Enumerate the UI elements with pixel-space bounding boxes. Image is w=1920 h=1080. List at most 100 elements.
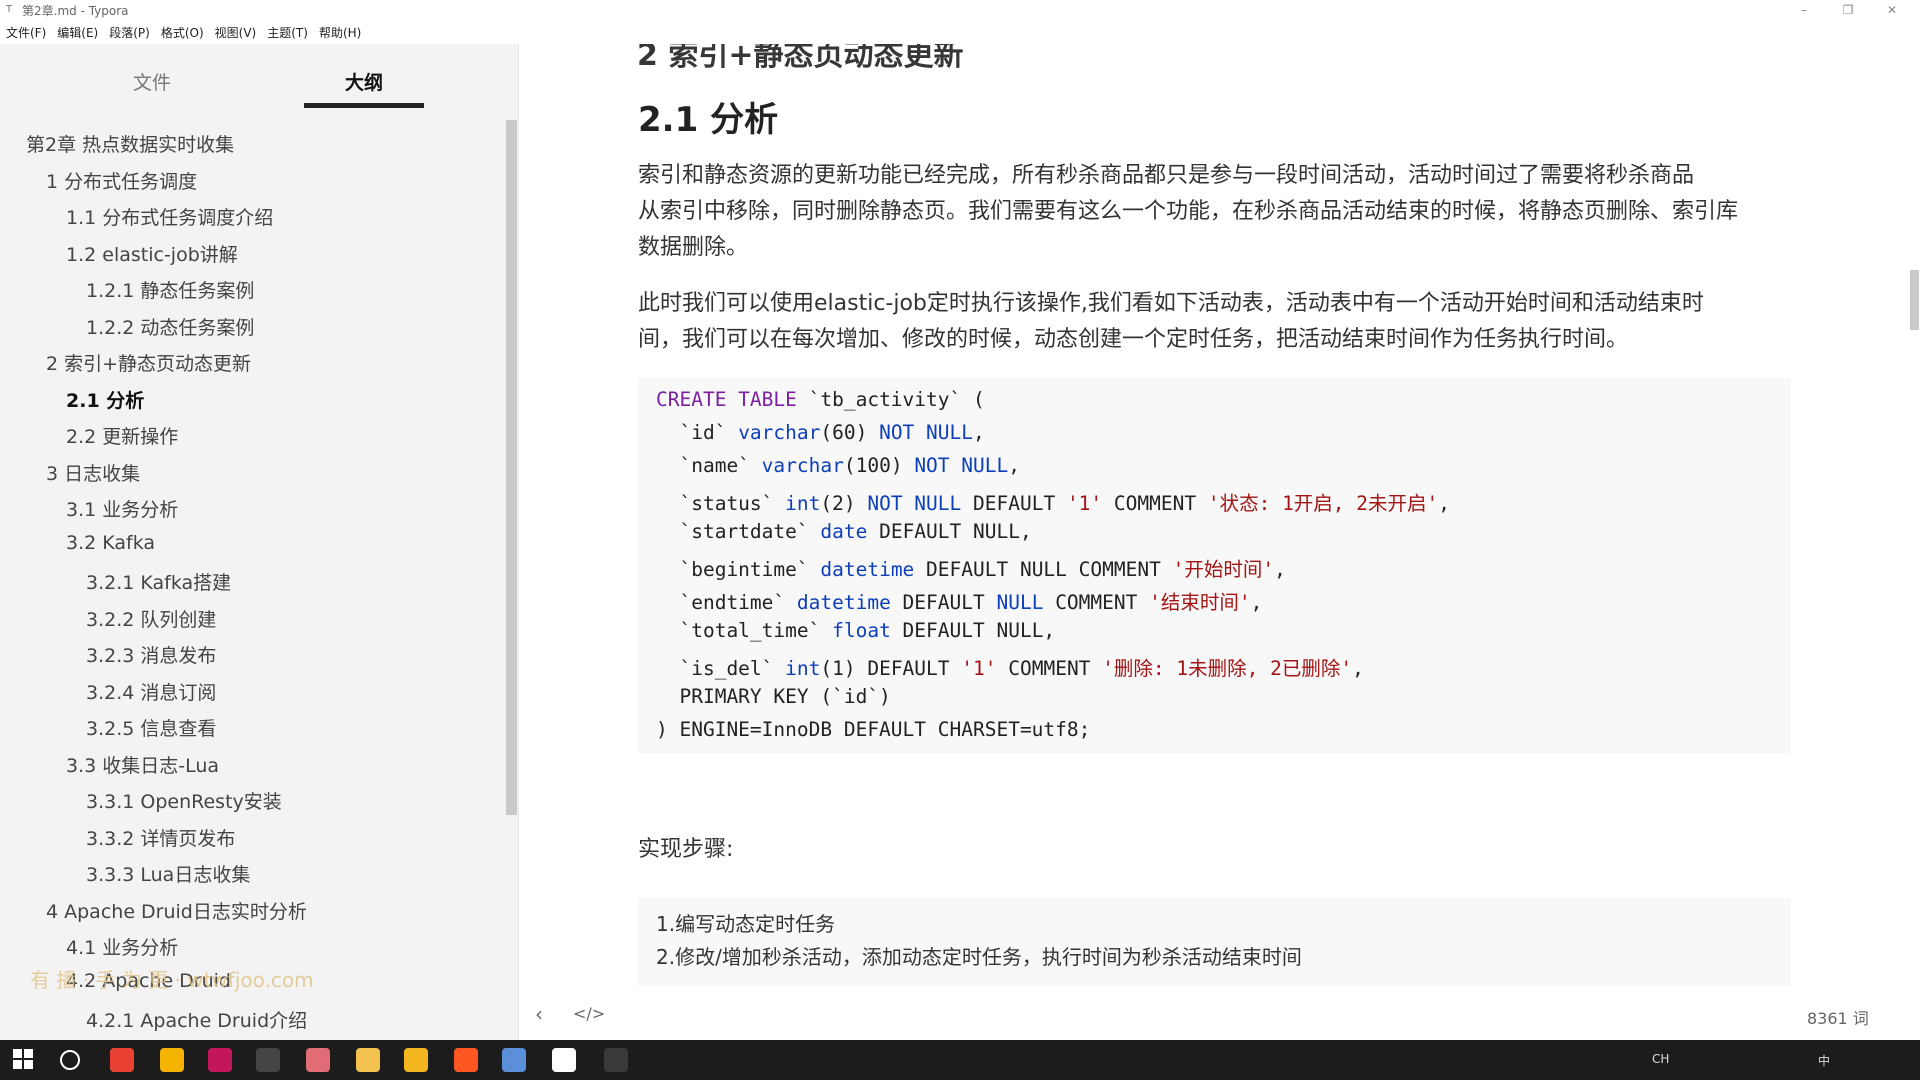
outline-item[interactable]: 3.3.3 Lua日志收集 — [86, 860, 250, 887]
code-token: COMMENT — [1102, 492, 1208, 515]
paragraph-line: 索引和静态资源的更新功能已经完成，所有秒杀商品都只是参与一段时间活动，活动时间过… — [638, 163, 1695, 188]
outline-item[interactable]: 3.2 Kafka — [66, 532, 155, 554]
menu-item-3[interactable]: 格式(O) — [161, 22, 204, 44]
ime-indicator[interactable]: 中 — [1818, 1052, 1830, 1069]
menu-item-4[interactable]: 视图(V) — [215, 22, 257, 44]
paragraph-1: 索引和静态资源的更新功能已经完成，所有秒杀商品都只是参与一段时间活动，活动时间过… — [638, 158, 1920, 266]
outline-item[interactable]: 第2章 热点数据实时收集 — [26, 130, 234, 157]
code-line: `status` int(2) NOT NULL DEFAULT '1' COM… — [656, 487, 1450, 516]
minimize-button[interactable]: – — [1782, 0, 1826, 20]
code-token: (60) — [820, 421, 880, 444]
tab-outline[interactable]: 大纲 — [304, 68, 424, 95]
menu-item-5[interactable]: 主题(T) — [267, 22, 308, 44]
close-button[interactable]: ✕ — [1870, 0, 1914, 20]
code-line: `id` varchar(60) NOT NULL, — [656, 421, 984, 444]
outline-item[interactable]: 3 日志收集 — [46, 459, 140, 486]
toggle-sidebar-icon[interactable]: ‹ — [535, 1002, 543, 1026]
app-icon-9[interactable] — [502, 1048, 526, 1072]
outline-item[interactable]: 3.1 业务分析 — [66, 495, 178, 522]
sidebar-scrollbar[interactable] — [506, 120, 517, 815]
outline-item[interactable]: 2.1 分析 — [66, 386, 144, 413]
menu-item-1[interactable]: 编辑(E) — [57, 22, 98, 44]
app-icon-5[interactable] — [306, 1048, 330, 1072]
outline-item[interactable]: 3.3.1 OpenResty安装 — [86, 787, 282, 814]
code-token: '状态: 1开启, 2未开启' — [1207, 492, 1439, 515]
steps-block[interactable]: 1.编写动态定时任务 2.修改/增加秒杀活动，添加动态定时任务，执行时间为秒杀活动… — [638, 898, 1791, 986]
outline-item[interactable]: 2.2 更新操作 — [66, 422, 178, 449]
menu-item-2[interactable]: 段落(P) — [109, 22, 150, 44]
paragraph-line: 数据删除。 — [638, 235, 749, 260]
paragraph-2: 此时我们可以使用elastic-job定时执行该操作,我们看如下活动表，活动表中… — [638, 286, 1920, 358]
outline-item[interactable]: 1.1 分布式任务调度介绍 — [66, 203, 273, 230]
app-icon-8[interactable] — [454, 1048, 478, 1072]
title-bar: T 第2章.md - Typora – ❐ ✕ — [0, 0, 1920, 20]
outline-item[interactable]: 4.2.1 Apache Druid介绍 — [86, 1006, 307, 1033]
file-explorer-icon[interactable] — [356, 1048, 380, 1072]
taskbar: CH 中 — [0, 1040, 1920, 1080]
outline-item[interactable]: 1.2 elastic-job讲解 — [66, 240, 238, 267]
steps-label: 实现步骤: — [638, 837, 734, 862]
outline-item[interactable]: 3.3 收集日志-Lua — [66, 751, 219, 778]
cortana-icon[interactable] — [60, 1050, 80, 1070]
word-count[interactable]: 8361 词 — [1807, 1005, 1869, 1029]
outline-item[interactable]: 3.2.4 消息订阅 — [86, 678, 216, 705]
typora-taskbar-icon[interactable] — [552, 1048, 576, 1072]
paragraph-line: 从索引中移除，同时删除静态页。我们需要有这么一个功能，在秒杀商品活动结束的时候，… — [638, 199, 1739, 224]
code-token: `name` — [656, 454, 762, 477]
menu-item-6[interactable]: 帮助(H) — [319, 22, 361, 44]
outline-item[interactable]: 1 分布式任务调度 — [46, 167, 197, 194]
code-line: `endtime` datetime DEFAULT NULL COMMENT … — [656, 586, 1262, 615]
code-token: COMMENT — [996, 657, 1103, 680]
app-icon-2[interactable] — [160, 1048, 184, 1072]
code-token: '结束时间' — [1149, 591, 1251, 614]
outline-item[interactable]: 1.2.1 静态任务案例 — [86, 276, 254, 303]
tab-file[interactable]: 文件 — [92, 68, 212, 95]
chrome-icon[interactable] — [110, 1048, 134, 1072]
code-token: DEFAULT — [961, 492, 1067, 515]
code-token: '开始时间' — [1172, 558, 1275, 581]
step-item: 1.编写动态定时任务 — [656, 912, 836, 936]
code-token: '删除: 1未删除, 2已删除' — [1102, 657, 1353, 680]
menu-item-0[interactable]: 文件(F) — [6, 22, 46, 44]
code-token: , — [1008, 454, 1020, 477]
code-token: , — [1274, 558, 1286, 581]
outline-item[interactable]: 3.3.2 详情页发布 — [86, 824, 235, 851]
windows-start-icon[interactable] — [12, 1048, 36, 1072]
code-token: `begintime` — [656, 558, 821, 581]
code-token: varchar — [761, 454, 844, 477]
intellij-icon[interactable] — [208, 1048, 232, 1072]
outline-item[interactable]: 3.2.2 队列创建 — [86, 605, 216, 632]
code-token: `status` — [656, 492, 786, 515]
code-line: `is_del` int(1) DEFAULT '1' COMMENT '删除:… — [656, 652, 1363, 681]
code-token: COMMENT — [1043, 591, 1150, 614]
outline-item[interactable]: 4 Apache Druid日志实时分析 — [46, 897, 307, 924]
code-line: `begintime` datetime DEFAULT NULL COMMEN… — [656, 553, 1286, 582]
code-token: `endtime` — [656, 591, 797, 614]
code-token: NULL — [996, 591, 1044, 614]
lang-indicator[interactable]: CH — [1652, 1052, 1669, 1066]
outline-item[interactable]: 4.1 业务分析 — [66, 933, 178, 960]
outline-item[interactable]: 2 索引+静态页动态更新 — [46, 349, 251, 376]
outline-item[interactable]: 3.2.5 信息查看 — [86, 714, 216, 741]
code-line: `name` varchar(100) NOT NULL, — [656, 454, 1020, 477]
code-token: PRIMARY KEY (`id`) — [656, 685, 891, 708]
code-token: (100) — [843, 454, 915, 477]
code-token: DEFAULT — [890, 591, 997, 614]
status-bar: ‹ </> 8361 词 — [519, 996, 1920, 1036]
code-token: NOT NULL — [879, 421, 973, 444]
app-icon-11[interactable] — [604, 1048, 628, 1072]
code-token: float — [832, 619, 891, 642]
code-block[interactable]: CREATE TABLE `tb_activity` ( `id` varcha… — [638, 378, 1791, 753]
code-token: `tb_activity` ( — [796, 388, 985, 411]
terminal-icon[interactable] — [256, 1048, 280, 1072]
source-mode-icon[interactable]: </> — [573, 1004, 605, 1023]
editor-scrollbar[interactable] — [1910, 270, 1919, 330]
app-icon-7[interactable] — [404, 1048, 428, 1072]
outline-item[interactable]: 3.2.3 消息发布 — [86, 641, 216, 668]
outline-item[interactable]: 3.2.1 Kafka搭建 — [86, 568, 231, 595]
code-token: DEFAULT NULL, — [867, 520, 1032, 543]
outline-item[interactable]: 1.2.2 动态任务案例 — [86, 313, 254, 340]
code-token: NOT NULL — [867, 492, 962, 515]
editor[interactable]: 2 索引+静态页动态更新 2.1 分析 索引和静态资源的更新功能已经完成，所有秒… — [519, 44, 1920, 1040]
restore-button[interactable]: ❐ — [1826, 0, 1870, 20]
